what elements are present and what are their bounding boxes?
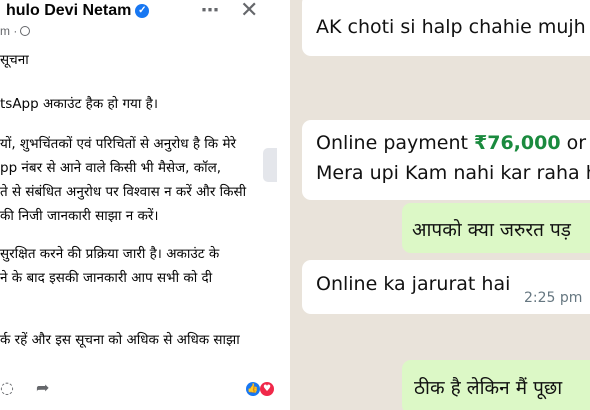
message-text: AK choti si halp chahie mujh: [316, 16, 586, 38]
post-line-8: ने के बाद इसकी जानकारी आप सभी को दी: [0, 270, 213, 286]
post-line-7: सुरक्षित करने की प्रक्रिया जारी है। अकाउ…: [0, 246, 220, 262]
post-meta: m ·: [0, 24, 31, 38]
image-divider: [278, 0, 290, 410]
message-bubble[interactable]: ठीक है लेकिन मैं पूछा: [402, 360, 590, 410]
message-bubble[interactable]: Online ka jarurat hai 2:25 pm: [302, 260, 590, 314]
post-line-10: र्क रहें और इस सूचना को अधिक से अधिक साझ…: [0, 332, 240, 348]
post-actions-bar: ◌ ➦: [0, 378, 278, 406]
post-line-5: ते से संबंधित अनुरोध पर विश्वास न करें औ…: [0, 184, 247, 200]
like-icon: 👍: [246, 382, 260, 396]
message-bubble[interactable]: Online payment ₹76,000 or Mera upi Kam n…: [302, 120, 590, 200]
post-author[interactable]: hulo Devi Netam ✓: [6, 2, 150, 20]
post-timestamp[interactable]: m ·: [0, 24, 17, 38]
comment-icon[interactable]: ◌: [0, 378, 14, 397]
payment-amount: ₹76,000: [474, 132, 561, 154]
whatsapp-chat: AK choti si halp chahie mujh Online paym…: [290, 0, 590, 410]
post-line-2: tsApp अकाउंट हैक हो गया है।: [0, 96, 158, 112]
globe-icon: [20, 26, 31, 36]
message-text: Mera upi Kam nahi kar raha h: [316, 162, 590, 184]
post-line-1: सूचना: [0, 52, 29, 68]
message-bubble[interactable]: आपको क्या जरुरत पड़: [402, 203, 590, 253]
heart-icon: ♥: [260, 382, 274, 396]
facebook-post: hulo Devi Netam ✓ m · ⋯ ✕ सूचना tsApp अक…: [0, 0, 278, 410]
more-options-icon[interactable]: ⋯: [201, 0, 220, 21]
post-line-6: की निजी जानकारी साझा न करें।: [0, 208, 159, 224]
post-line-4: pp नंबर से आने वाले किसी भी मैसेज, कॉल,: [0, 160, 222, 176]
message-text: Online ka jarurat hai: [316, 273, 511, 295]
close-icon[interactable]: ✕: [240, 0, 258, 23]
message-text: ठीक है लेकिन मैं पूछा: [414, 377, 563, 399]
share-icon[interactable]: ➦: [36, 378, 49, 397]
message-text-part: Online payment: [316, 132, 475, 154]
message-timestamp: 2:25 pm: [524, 290, 583, 306]
message-text-part: or: [560, 132, 587, 154]
message-text: Online payment ₹76,000 or: [316, 132, 586, 154]
message-text: आपको क्या जरुरत पड़: [412, 219, 571, 241]
post-line-3: यों, शुभचिंतकों एवं परिचितों से अनुरोध ह…: [0, 136, 237, 152]
message-bubble[interactable]: AK choti si halp chahie mujh: [302, 0, 590, 56]
verified-badge-icon: ✓: [135, 4, 150, 18]
post-author-name[interactable]: hulo Devi Netam: [6, 2, 131, 20]
side-tab[interactable]: [263, 148, 277, 182]
